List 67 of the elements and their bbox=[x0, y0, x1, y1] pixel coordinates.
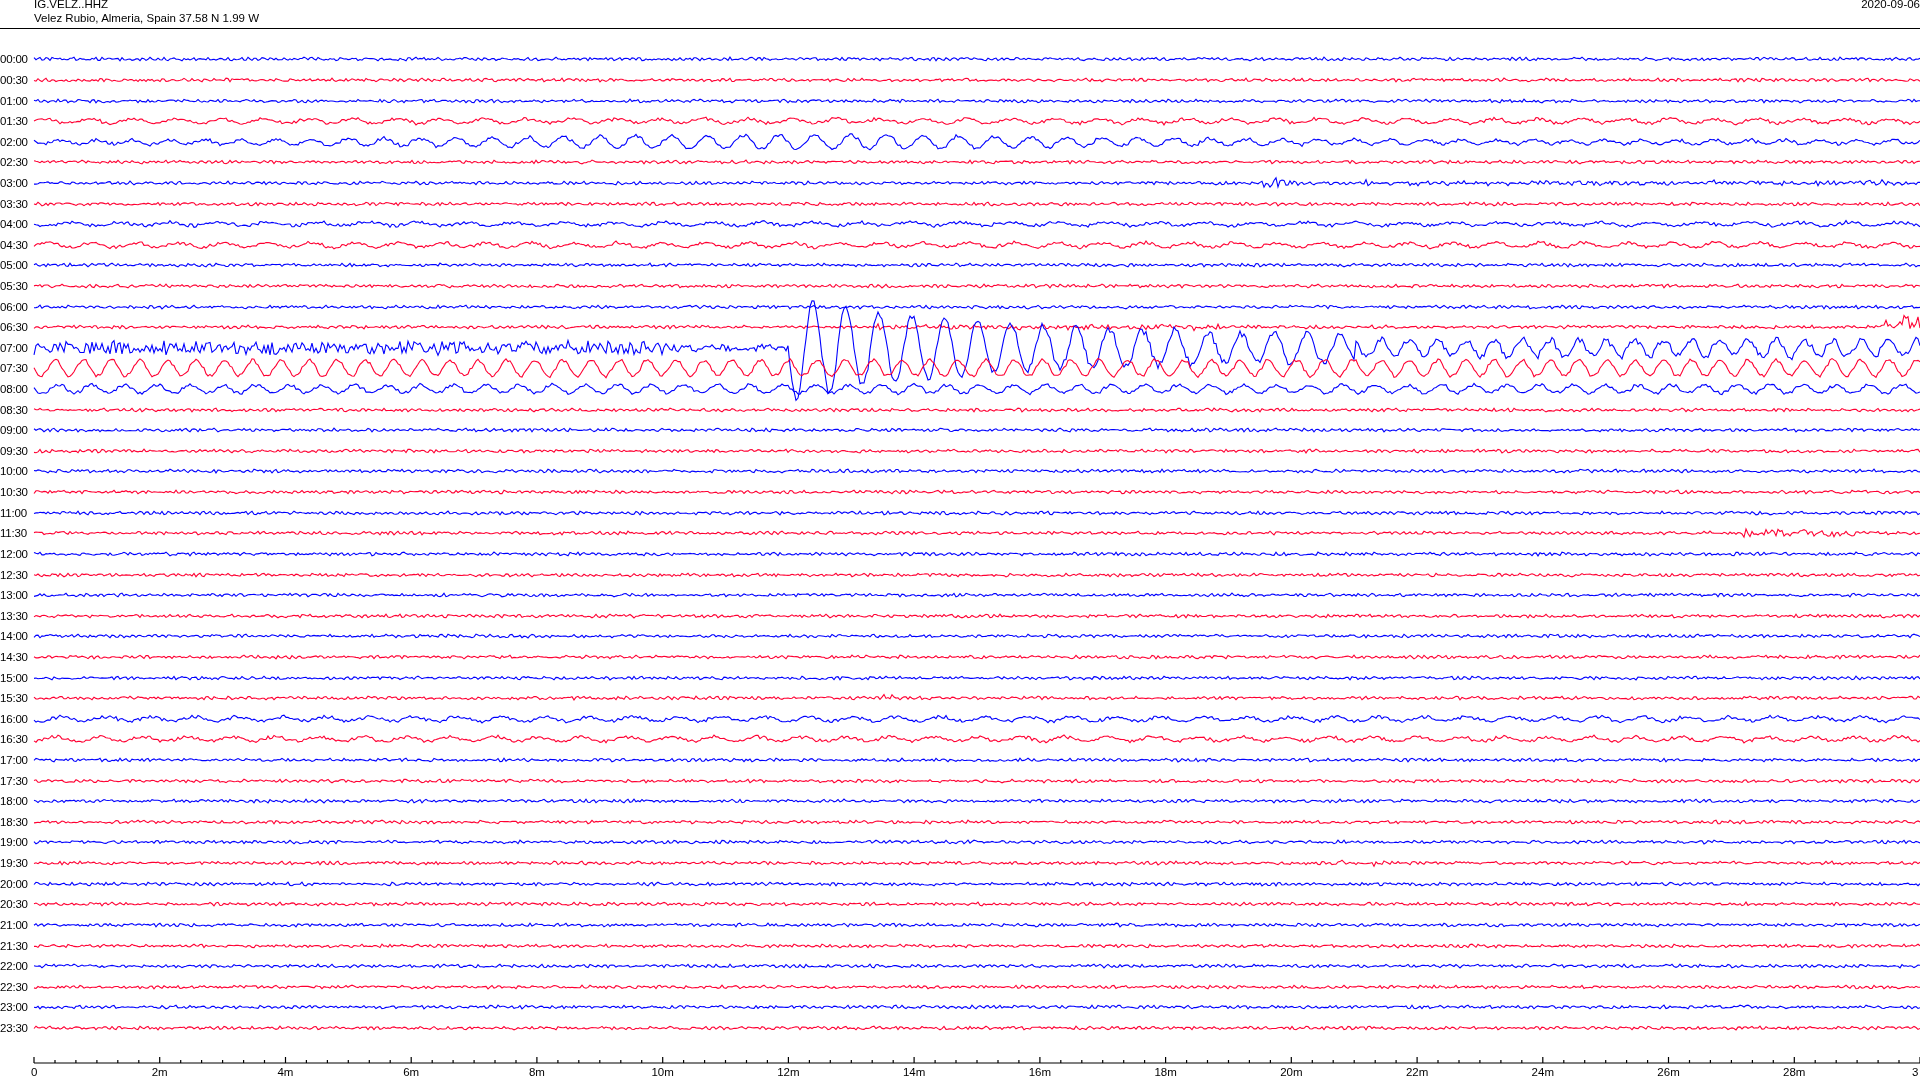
station-location: Velez Rubio, Almeria, Spain 37.58 N 1.99 W bbox=[34, 11, 259, 25]
trace-time-label: 03:00 bbox=[0, 176, 29, 189]
trace-time-label: 14:00 bbox=[0, 630, 29, 643]
trace-time-label: 11:30 bbox=[0, 527, 28, 540]
axis-tick-label: 6m bbox=[403, 1066, 420, 1078]
trace-time-label: 21:30 bbox=[0, 939, 29, 952]
trace-time-label: 10:00 bbox=[0, 465, 29, 478]
trace-time-label: 10:30 bbox=[0, 486, 29, 499]
trace-time-label: 16:30 bbox=[0, 733, 29, 746]
axis-tick-label: 3 bbox=[1912, 1066, 1919, 1078]
trace-time-label: 20:00 bbox=[0, 877, 29, 890]
axis-tick-label: 16m bbox=[1028, 1066, 1052, 1078]
station-code: IG.VELZ..HHZ bbox=[34, 0, 110, 11]
trace-time-label: 09:00 bbox=[0, 424, 29, 437]
trace-time-label: 16:00 bbox=[0, 712, 29, 725]
trace-time-label: 15:30 bbox=[0, 692, 29, 705]
axis-tick-label: 26m bbox=[1657, 1066, 1680, 1078]
axis-tick-label: 4m bbox=[277, 1066, 294, 1078]
axis-tick-label: 24m bbox=[1531, 1066, 1554, 1078]
trace-time-label: 06:30 bbox=[0, 321, 29, 334]
axis-tick-label: 10m bbox=[651, 1066, 674, 1078]
trace-time-label: 05:30 bbox=[0, 280, 29, 292]
trace-time-label: 04:00 bbox=[0, 218, 29, 231]
trace-time-label: 00:00 bbox=[0, 53, 29, 66]
trace-time-label: 14:30 bbox=[0, 650, 29, 663]
axis-tick-label: 28m bbox=[1783, 1066, 1806, 1078]
axis-tick-label: 12m bbox=[777, 1066, 800, 1078]
trace-time-label: 08:00 bbox=[0, 383, 29, 396]
trace-time-label: 12:00 bbox=[0, 547, 29, 560]
trace-time-label: 12:30 bbox=[0, 568, 29, 581]
trace-time-label: 06:00 bbox=[0, 300, 29, 313]
axis-tick-label: 8m bbox=[528, 1066, 545, 1078]
trace-time-label: 23:30 bbox=[0, 1021, 29, 1034]
trace-time-label: 18:30 bbox=[0, 815, 29, 828]
trace-time-label: 13:00 bbox=[0, 589, 29, 602]
trace-time-label: 18:00 bbox=[0, 795, 29, 808]
trace-time-label: 20:30 bbox=[0, 898, 29, 911]
trace-time-label: 17:30 bbox=[0, 774, 29, 787]
trace-time-label: 03:30 bbox=[0, 197, 29, 210]
axis-tick-label: 2m bbox=[151, 1066, 168, 1078]
trace-time-label: 22:00 bbox=[0, 960, 29, 973]
trace-time-label: 17:00 bbox=[0, 754, 29, 766]
trace-time-label: 15:00 bbox=[0, 671, 29, 684]
plot-date: 2020-09-06 bbox=[1861, 0, 1920, 12]
axis-tick-label: 14m bbox=[902, 1066, 926, 1078]
trace-time-label: 07:30 bbox=[0, 362, 29, 375]
trace-time-label: 19:30 bbox=[0, 857, 29, 870]
trace-time-label: 21:00 bbox=[0, 918, 29, 931]
trace-time-label: 07:00 bbox=[0, 341, 29, 354]
trace-time-label: 00:30 bbox=[0, 73, 29, 86]
trace-time-label: 19:00 bbox=[0, 836, 29, 849]
axis-tick-label: 0 bbox=[31, 1066, 38, 1078]
trace-time-label: 11:00 bbox=[0, 506, 28, 519]
axis-tick-label: 22m bbox=[1405, 1066, 1429, 1078]
axis-tick-label: 20m bbox=[1280, 1066, 1303, 1078]
trace-time-label: 09:30 bbox=[0, 444, 29, 457]
trace-time-label: 13:30 bbox=[0, 609, 29, 622]
axis-tick-label: 18m bbox=[1154, 1066, 1177, 1078]
trace-time-label: 01:30 bbox=[0, 115, 29, 128]
trace-time-label: 01:00 bbox=[0, 94, 29, 107]
trace-time-label: 02:00 bbox=[0, 135, 29, 148]
trace-time-label: 04:30 bbox=[0, 238, 29, 251]
trace-time-label: 22:30 bbox=[0, 980, 29, 993]
trace-time-label: 02:30 bbox=[0, 156, 29, 169]
trace-time-label: 05:00 bbox=[0, 259, 29, 272]
trace-time-label: 23:00 bbox=[0, 1001, 29, 1014]
trace-time-label: 08:30 bbox=[0, 403, 29, 416]
